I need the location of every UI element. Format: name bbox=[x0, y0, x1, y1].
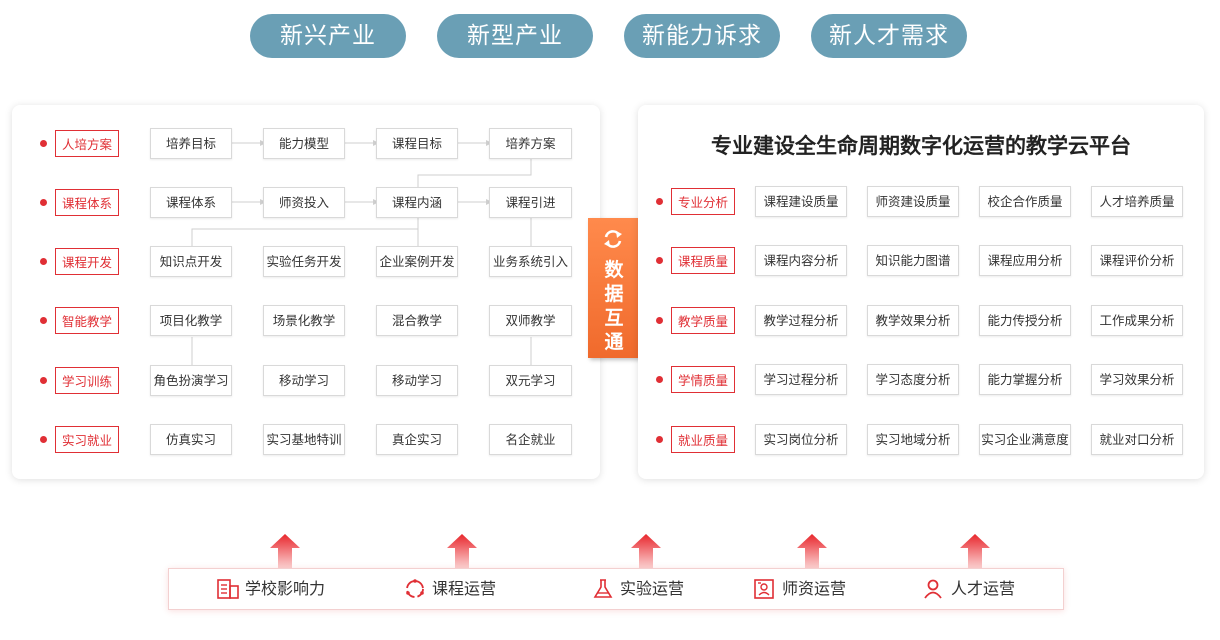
bottom-label: 学校影响力 bbox=[245, 579, 326, 598]
row-bullet bbox=[656, 376, 663, 383]
left-item-box: 角色扮演学习 bbox=[150, 365, 232, 396]
up-arrow-icon bbox=[631, 534, 661, 568]
left-item-box: 真企实习 bbox=[376, 424, 458, 455]
left-item-box: 项目化教学 bbox=[150, 305, 232, 336]
left-item-box: 混合教学 bbox=[376, 305, 458, 336]
right-item-box: 课程评价分析 bbox=[1091, 245, 1183, 276]
left-item-box: 课程目标 bbox=[376, 128, 458, 159]
right-item-box: 学习态度分析 bbox=[867, 364, 959, 395]
right-item-box: 课程内容分析 bbox=[755, 245, 847, 276]
left-item-box: 名企就业 bbox=[489, 424, 572, 455]
right-item-box: 课程应用分析 bbox=[979, 245, 1071, 276]
right-item-box: 课程建设质量 bbox=[755, 186, 847, 217]
right-item-box: 学习效果分析 bbox=[1091, 364, 1183, 395]
right-row-label: 课程质量 bbox=[671, 247, 735, 274]
left-row-label: 课程体系 bbox=[55, 189, 119, 216]
right-row-label: 就业质量 bbox=[671, 426, 735, 453]
left-item-box: 移动学习 bbox=[376, 365, 458, 396]
pill-new-capability: 新能力诉求 bbox=[624, 14, 780, 58]
left-item-box: 双师教学 bbox=[489, 305, 572, 336]
right-item-box: 实习地域分析 bbox=[867, 424, 959, 455]
row-bullet bbox=[656, 317, 663, 324]
left-item-box: 移动学习 bbox=[263, 365, 345, 396]
left-item-box: 仿真实习 bbox=[150, 424, 232, 455]
bottom-label: 课程运营 bbox=[432, 579, 497, 598]
left-item-box: 知识点开发 bbox=[150, 246, 232, 277]
row-bullet bbox=[656, 436, 663, 443]
right-row-label: 教学质量 bbox=[671, 307, 735, 334]
sync-icon bbox=[602, 228, 624, 255]
building-icon bbox=[217, 579, 239, 599]
row-bullet bbox=[40, 436, 47, 443]
right-panel: 专业建设全生命周期数字化运营的教学云平台 专业分析 课程建设质量 师资建设质量 校企合… bbox=[638, 105, 1204, 479]
left-item-box: 课程内涵 bbox=[376, 187, 458, 218]
left-item-box: 双元学习 bbox=[489, 365, 572, 396]
left-row-label: 智能教学 bbox=[55, 307, 119, 334]
left-item-box: 师资投入 bbox=[263, 187, 345, 218]
row-bullet bbox=[656, 198, 663, 205]
teacher-card-icon bbox=[754, 579, 774, 599]
data-sync-badge: 数据互通 bbox=[588, 218, 641, 358]
platform-title: 专业建设全生命周期数字化运营的教学云平台 bbox=[711, 134, 1131, 158]
row-bullet bbox=[40, 377, 47, 384]
bottom-label: 人才运营 bbox=[951, 579, 1016, 598]
left-row-label: 实习就业 bbox=[55, 426, 119, 453]
up-arrow-icon bbox=[960, 534, 990, 568]
row-bullet bbox=[40, 140, 47, 147]
right-item-box: 实习企业满意度 bbox=[979, 424, 1071, 455]
right-row-label: 学情质量 bbox=[671, 366, 735, 393]
pill-new-industry: 新型产业 bbox=[437, 14, 593, 58]
left-row-label: 课程开发 bbox=[55, 248, 119, 275]
left-item-box: 课程体系 bbox=[150, 187, 232, 218]
right-item-box: 就业对口分析 bbox=[1091, 424, 1183, 455]
right-item-box: 知识能力图谱 bbox=[867, 245, 959, 276]
person-icon bbox=[924, 579, 942, 599]
cycle-icon bbox=[406, 579, 424, 598]
row-bullet bbox=[40, 258, 47, 265]
bottom-label: 师资运营 bbox=[782, 579, 847, 598]
left-item-box: 培养目标 bbox=[150, 128, 232, 159]
up-arrow-icon bbox=[447, 534, 477, 568]
left-item-box: 培养方案 bbox=[489, 128, 572, 159]
left-row-label: 学习训练 bbox=[55, 367, 119, 394]
left-item-box: 业务系统引入 bbox=[489, 246, 572, 277]
right-item-box: 能力掌握分析 bbox=[979, 364, 1071, 395]
left-item-box: 企业案例开发 bbox=[376, 246, 458, 277]
right-item-box: 教学过程分析 bbox=[755, 305, 847, 336]
pill-talent-demand: 新人才需求 bbox=[811, 14, 967, 58]
row-bullet bbox=[656, 257, 663, 264]
right-item-box: 学习过程分析 bbox=[755, 364, 847, 395]
sync-label: 数据互通 bbox=[604, 259, 624, 353]
pill-emerging-industry: 新兴产业 bbox=[250, 14, 406, 58]
flask-icon bbox=[593, 579, 613, 598]
left-connectors bbox=[189, 140, 534, 370]
left-item-box: 实习基地特训 bbox=[263, 424, 345, 455]
left-item-box: 能力模型 bbox=[263, 128, 345, 159]
left-row-label: 人培方案 bbox=[55, 130, 119, 157]
right-item-box: 师资建设质量 bbox=[867, 186, 959, 217]
right-item-box: 校企合作质量 bbox=[979, 186, 1071, 217]
right-item-box: 工作成果分析 bbox=[1091, 305, 1183, 336]
up-arrow-icon bbox=[797, 534, 827, 568]
right-item-box: 教学效果分析 bbox=[867, 305, 959, 336]
right-item-box: 人才培养质量 bbox=[1091, 186, 1183, 217]
left-item-box: 场景化教学 bbox=[263, 305, 345, 336]
left-item-box: 课程引进 bbox=[489, 187, 572, 218]
row-bullet bbox=[40, 317, 47, 324]
right-item-box: 能力传授分析 bbox=[979, 305, 1071, 336]
right-row-label: 专业分析 bbox=[671, 188, 735, 215]
operations-bar: 学校影响力 课程运营 实验运营 师资运营 人才运营 bbox=[168, 568, 1064, 610]
right-item-box: 实习岗位分析 bbox=[755, 424, 847, 455]
up-arrow-icon bbox=[270, 534, 300, 568]
left-panel: 人培方案 培养目标 能力模型 课程目标 培养方案 课程体系 课程体系 师资投入 课程内涵 课程引进… bbox=[12, 105, 600, 479]
bottom-label: 实验运营 bbox=[620, 579, 685, 598]
row-bullet bbox=[40, 199, 47, 206]
left-item-box: 实验任务开发 bbox=[263, 246, 345, 277]
